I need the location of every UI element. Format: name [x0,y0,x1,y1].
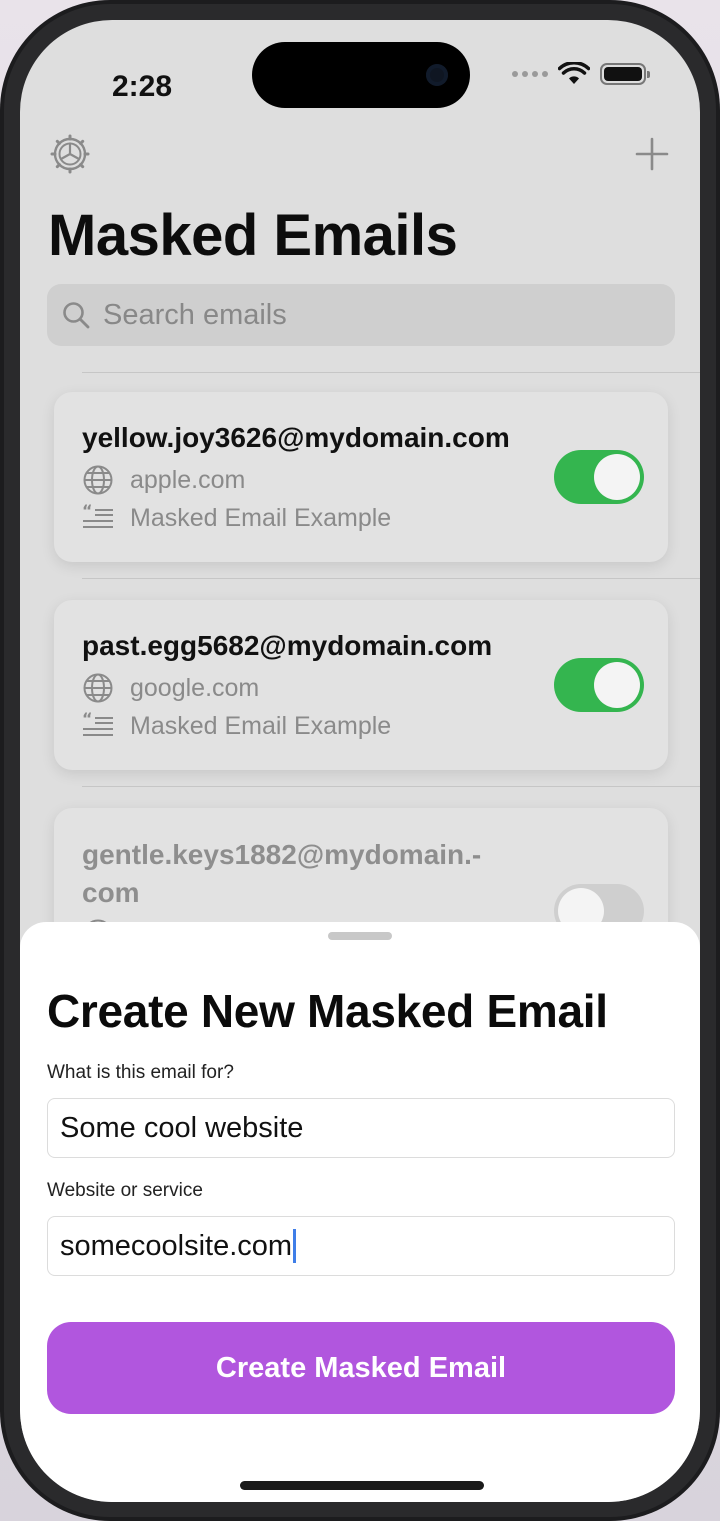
globe-icon [83,465,113,495]
purpose-field[interactable]: Some cool website [47,1098,675,1158]
site-input-value: somecoolsite.com [60,1229,293,1262]
status-time: 2:28 [112,70,173,103]
create-masked-email-button[interactable]: Create Masked Email [47,1322,675,1414]
screen: 2:28 Masked Emails Search emails yellow.… [20,20,700,1502]
site-label: Website or service [47,1180,203,1201]
quote-text-icon: “ [82,710,113,736]
plus-icon[interactable] [634,136,670,172]
search-bar[interactable]: Search emails [47,284,675,346]
email-description: Masked Email Example [130,711,392,740]
wifi-icon [558,62,590,84]
quote-text-icon: “ [82,502,113,528]
page-title: Masked Emails [48,203,458,268]
email-description-row: “ Masked Email Example [82,710,391,742]
search-icon [63,302,90,329]
email-domain: google.com [130,673,260,702]
list-divider [82,786,700,787]
email-enabled-toggle[interactable] [554,450,644,504]
list-divider [82,372,700,373]
camera-icon [426,64,448,86]
svg-text:“: “ [82,502,93,520]
cellular-signal-icon [512,71,548,77]
sheet-title: Create New Masked Email [47,985,608,1037]
purpose-input-value: Some cool website [60,1111,304,1144]
email-card[interactable]: past.egg5682@mydomain.com google.com “ M… [54,600,668,770]
email-description: Masked Email Example [130,503,392,532]
text-cursor [293,1229,297,1263]
settings-icon[interactable] [50,134,90,174]
email-domain: apple.com [130,465,246,494]
list-divider [82,578,700,579]
email-description-row: “ Masked Email Example [82,502,391,534]
email-address-line: gentle.keys1882@mydomain.- [82,839,482,870]
status-icons [512,62,650,86]
search-input[interactable]: Search emails [103,299,287,332]
email-card[interactable]: yellow.joy3626@mydomain.com apple.com “ … [54,392,668,562]
globe-icon [83,673,113,703]
home-indicator[interactable] [240,1481,484,1490]
email-address: yellow.joy3626@mydomain.com [82,422,510,453]
email-address: past.egg5682@mydomain.com [82,630,493,661]
email-domain-row: apple.com [82,464,245,496]
svg-text:“: “ [82,710,93,728]
battery-icon [600,63,650,85]
sheet-grabber[interactable] [328,932,392,940]
dynamic-island [252,42,470,108]
create-email-sheet: Create New Masked Email What is this ema… [20,922,700,1502]
email-address: gentle.keys1882@mydomain.- com [82,836,481,912]
email-address-line: com [82,877,140,908]
purpose-label: What is this email for? [47,1062,234,1083]
email-enabled-toggle[interactable] [554,658,644,712]
site-field[interactable]: somecoolsite.com [47,1216,675,1276]
email-domain-row: google.com [82,672,259,704]
